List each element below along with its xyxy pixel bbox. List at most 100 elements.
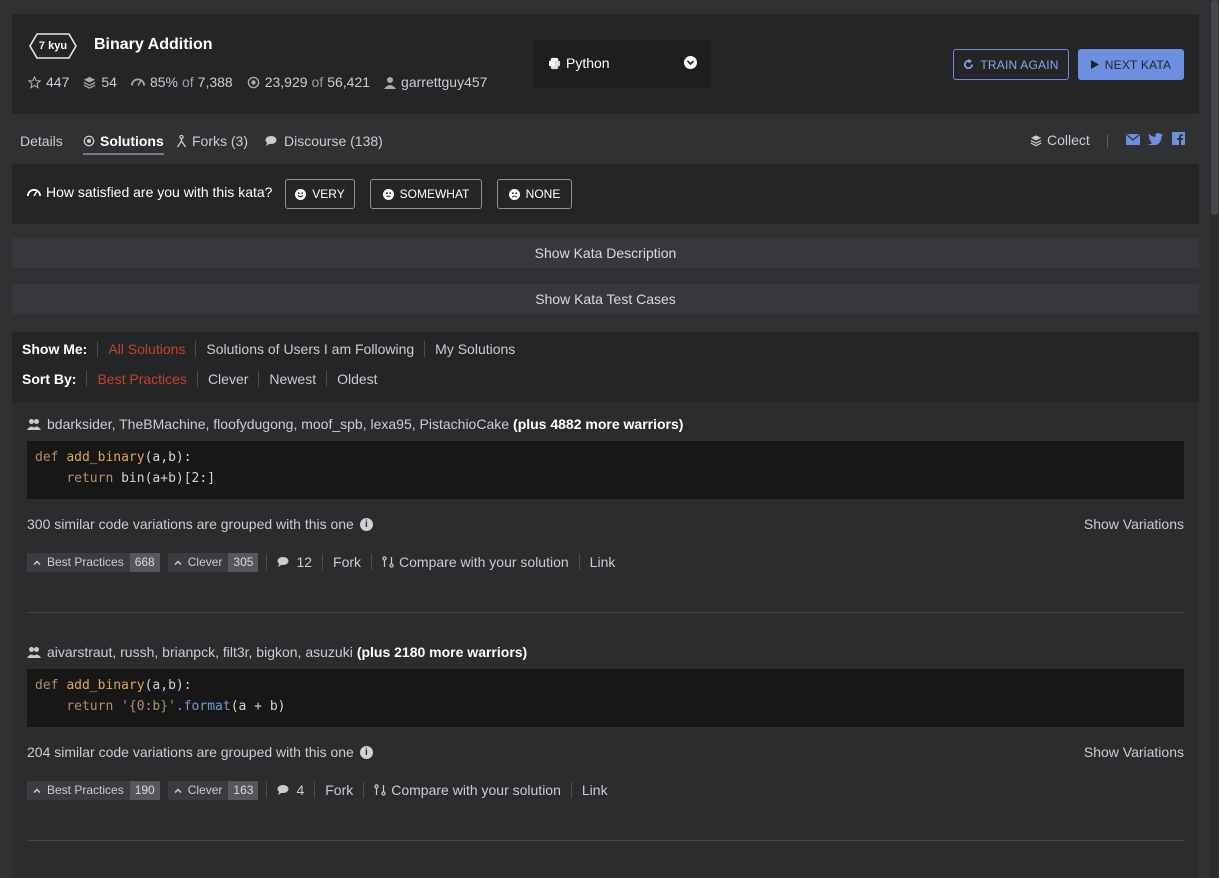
smile-icon — [295, 188, 307, 200]
show-me-filter: Show Me: All Solutions Solutions of User… — [22, 341, 525, 357]
kata-tabs: Details Solutions Forks (3) Discourse (1… — [0, 124, 1199, 164]
clever-vote-button[interactable]: Clever 305 — [167, 552, 259, 572]
comments-link[interactable]: 12 — [266, 554, 322, 570]
tab-discourse[interactable]: Discourse (138) — [265, 133, 383, 149]
facebook-share-icon[interactable] — [1172, 132, 1185, 148]
python-icon — [548, 57, 561, 69]
solution-link[interactable]: Link — [570, 782, 618, 798]
scrollbar[interactable] — [1210, 0, 1219, 878]
target-icon — [83, 135, 95, 147]
stars-count: 447 — [46, 74, 70, 90]
solutions-panel: Show Me: All Solutions Solutions of User… — [12, 332, 1199, 878]
compare-link[interactable]: Compare with your solution — [363, 782, 571, 798]
satisfaction-question: How satisfied are you with this kata? — [27, 184, 272, 200]
solutions-list: bdarksider, TheBMachine, floofydugong, m… — [12, 402, 1199, 878]
clever-count: 305 — [228, 552, 259, 572]
tab-solutions[interactable]: Solutions — [83, 133, 164, 155]
best-practices-count: 668 — [129, 552, 160, 572]
satisfaction-panel: How satisfied are you with this kata? VE… — [12, 164, 1199, 224]
grouped-variations-note: 300 similar code variations are grouped … — [27, 516, 373, 532]
filter-my-solutions[interactable]: My Solutions — [424, 341, 525, 357]
fork-link[interactable]: Fork — [322, 554, 371, 570]
email-share-icon[interactable] — [1126, 132, 1140, 148]
attempts-count: 56,421 — [327, 74, 371, 90]
solution-code: def add_binary(a,b): return bin(a+b)[2:] — [27, 441, 1184, 499]
vote-very-button[interactable]: VERY — [285, 179, 355, 209]
comments-link[interactable]: 4 — [266, 782, 314, 798]
tab-forks[interactable]: Forks (3) — [176, 133, 248, 149]
kata-title[interactable]: Binary Addition — [94, 36, 213, 54]
clever-count: 163 — [228, 780, 259, 800]
collect-button[interactable]: Collect — [1030, 132, 1090, 148]
satisfaction-votes: 7,388 — [197, 74, 233, 90]
train-again-button[interactable]: TRAIN AGAIN — [953, 49, 1069, 80]
fork-link[interactable]: Fork — [314, 782, 363, 798]
solution-authors: bdarksider, TheBMachine, floofydugong, m… — [27, 416, 683, 432]
info-icon[interactable]: i — [359, 745, 373, 759]
filter-following[interactable]: Solutions of Users I am Following — [195, 341, 424, 357]
solution-actions: Best Practices 668 Clever 305 12 Fork Co… — [27, 552, 625, 572]
layers-icon — [1030, 134, 1042, 146]
rank-label: 7 kyu — [38, 40, 68, 52]
comments-icon — [277, 785, 289, 795]
refresh-icon — [964, 59, 974, 69]
star-icon — [28, 75, 41, 89]
sort-oldest[interactable]: Oldest — [326, 371, 387, 387]
scrollbar-thumb[interactable] — [1211, 0, 1218, 215]
users-icon — [27, 419, 41, 430]
language-select[interactable]: Python — [533, 40, 711, 88]
layers-icon — [83, 76, 96, 89]
satisfaction-pct: 85% — [149, 74, 178, 90]
grouped-variations-note: 204 similar code variations are grouped … — [27, 744, 373, 760]
solution-item: aivarstraut, russh, brianpck, filt3r, bi… — [27, 644, 1184, 824]
chevron-up-icon — [33, 787, 41, 793]
chevron-up-icon — [174, 787, 182, 793]
solution-link[interactable]: Link — [578, 554, 626, 570]
show-variations-link[interactable]: Show Variations — [1084, 744, 1184, 760]
sort-best-practices[interactable]: Best Practices — [86, 371, 196, 387]
solution-item: bdarksider, TheBMachine, floofydugong, m… — [27, 416, 1184, 596]
user-icon — [384, 76, 397, 89]
compare-icon — [382, 556, 394, 568]
vote-none-button[interactable]: NONE — [497, 179, 572, 209]
kata-meta: 447 54 85% of 7,388 23,929 of 56,421 garrett… — [28, 74, 501, 90]
satisfaction-icon — [27, 188, 41, 196]
compare-icon — [374, 784, 386, 796]
sort-clever[interactable]: Clever — [196, 371, 258, 387]
author-link[interactable]: garrettguy457 — [401, 74, 487, 90]
sort-by-filter: Sort By: Best Practices Clever Newest Ol… — [22, 371, 388, 387]
divider — [1107, 134, 1108, 148]
filter-all-solutions[interactable]: All Solutions — [97, 341, 195, 357]
play-icon — [1090, 60, 1099, 69]
rank-badge: 7 kyu — [29, 33, 77, 59]
solution-authors: aivarstraut, russh, brianpck, filt3r, bi… — [27, 644, 527, 660]
clever-vote-button[interactable]: Clever 163 — [167, 780, 259, 800]
chevron-up-icon — [33, 559, 41, 565]
comments-icon — [277, 557, 289, 567]
show-kata-description-button[interactable]: Show Kata Description — [12, 238, 1199, 268]
vote-somewhat-button[interactable]: SOMEWHAT — [370, 179, 482, 209]
frown-icon — [508, 188, 520, 200]
comments-icon — [265, 136, 277, 146]
show-kata-test-cases-button[interactable]: Show Kata Test Cases — [12, 284, 1199, 314]
kata-header: 7 kyu Binary Addition 447 54 85% of 7,388 … — [12, 14, 1199, 114]
info-icon[interactable]: i — [359, 517, 373, 531]
twitter-share-icon[interactable] — [1148, 132, 1163, 148]
divider — [27, 612, 1184, 613]
solution-actions: Best Practices 190 Clever 163 4 Fork Com… — [27, 780, 618, 800]
show-variations-link[interactable]: Show Variations — [1084, 516, 1184, 532]
chevron-up-icon — [174, 559, 182, 565]
best-practices-vote-button[interactable]: Best Practices 668 — [27, 552, 160, 572]
sort-newest[interactable]: Newest — [258, 371, 326, 387]
satisfaction-icon — [130, 78, 145, 86]
collections-count: 54 — [101, 74, 117, 90]
compare-link[interactable]: Compare with your solution — [371, 554, 579, 570]
next-kata-button[interactable]: NEXT KATA — [1078, 49, 1184, 80]
users-icon — [27, 647, 41, 658]
fork-icon — [176, 134, 187, 147]
completed-count: 23,929 — [264, 74, 308, 90]
solution-code: def add_binary(a,b): return '{0:b}'.form… — [27, 669, 1184, 727]
tab-details[interactable]: Details — [20, 133, 63, 149]
neutral-face-icon — [382, 188, 394, 200]
best-practices-vote-button[interactable]: Best Practices 190 — [27, 780, 160, 800]
